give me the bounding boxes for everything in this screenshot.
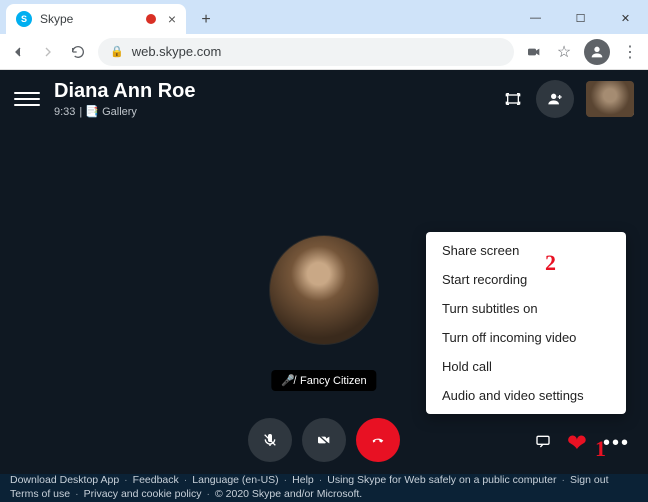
footer-link[interactable]: Privacy and cookie policy [84,488,202,502]
avatar-image [269,235,379,345]
browser-titlebar: S Skype × + — ☐ ✕ [0,0,648,34]
footer-link[interactable]: Language (en-US) [192,474,278,488]
toggle-video-button[interactable] [302,418,346,462]
menu-share-screen[interactable]: Share screen [426,236,626,265]
call-info: Diana Ann Roe 9:33 | 📑 Gallery [54,80,196,118]
more-options-button[interactable]: ••• [603,432,630,455]
url-text: web.skype.com [132,44,222,59]
window-maximize[interactable]: ☐ [558,2,603,34]
footer: Download Desktop App· Feedback· Language… [0,474,648,502]
recording-indicator-icon [146,14,156,24]
footer-link[interactable]: Sign out [570,474,609,488]
reaction-bar: ❤ ••• [535,429,630,458]
call-header: Diana Ann Roe 9:33 | 📑 Gallery 🎤̸ [14,80,634,118]
footer-link[interactable]: Using Skype for Web safely on a public c… [327,474,556,488]
reload-button[interactable] [68,44,88,60]
footer-link[interactable]: Terms of use [10,488,70,502]
self-video-thumbnail[interactable]: 🎤̸ [586,81,634,117]
remote-avatar [269,235,379,345]
skype-call-view: Diana Ann Roe 9:33 | 📑 Gallery 🎤̸ 🎤̸ Fan… [0,70,648,474]
menu-av-settings[interactable]: Audio and video settings [426,381,626,410]
footer-link[interactable]: Help [292,474,314,488]
account-avatar-icon[interactable] [584,39,610,65]
menu-subtitles[interactable]: Turn subtitles on [426,294,626,323]
add-participant-button[interactable] [536,80,574,118]
annotation-2: 2 [545,250,556,276]
menu-start-recording[interactable]: Start recording [426,265,626,294]
grid-snapshot-icon[interactable] [502,88,524,110]
window-close[interactable]: ✕ [603,2,648,34]
footer-link[interactable]: Download Desktop App [10,474,119,488]
mute-mic-button[interactable] [248,418,292,462]
footer-link[interactable]: Feedback [133,474,179,488]
browser-menu-icon[interactable]: ⋮ [620,42,640,62]
self-name-label: Fancy Citizen [300,375,367,387]
back-button[interactable] [8,44,28,60]
browser-tab[interactable]: S Skype × [6,4,186,34]
call-timer: 9:33 [54,106,75,118]
address-bar[interactable]: 🔒 web.skype.com [98,38,514,66]
window-minimize[interactable]: — [513,2,558,34]
contact-name: Diana Ann Roe [54,80,196,103]
skype-favicon: S [16,11,32,27]
camera-indicator-icon[interactable] [524,44,544,60]
lock-icon: 🔒 [110,45,124,58]
new-tab-button[interactable]: + [192,6,220,34]
annotation-1: 1 [595,436,606,462]
open-chat-button[interactable] [535,433,551,454]
tab-title: Skype [40,12,73,26]
bookmark-icon[interactable]: ☆ [554,42,574,62]
browser-toolbar: 🔒 web.skype.com ☆ ⋮ [0,34,648,70]
self-name-tag: 🎤̸ Fancy Citizen [271,370,376,391]
heart-reaction-icon[interactable]: ❤ [567,429,587,458]
forward-button [38,44,58,60]
mic-muted-badge-icon: 🎤̸ [620,103,634,117]
call-controls [248,418,400,462]
view-mode-label[interactable]: | 📑 Gallery [79,105,137,118]
tab-close-icon[interactable]: × [168,11,176,27]
mic-off-icon: 🎤̸ [281,374,295,387]
menu-hold-call[interactable]: Hold call [426,352,626,381]
window-controls: — ☐ ✕ [513,2,648,34]
footer-copyright: © 2020 Skype and/or Microsoft. [215,488,362,502]
menu-incoming-video[interactable]: Turn off incoming video [426,323,626,352]
more-options-menu: Share screen Start recording Turn subtit… [426,232,626,414]
menu-hamburger-icon[interactable] [14,86,40,112]
end-call-button[interactable] [356,418,400,462]
